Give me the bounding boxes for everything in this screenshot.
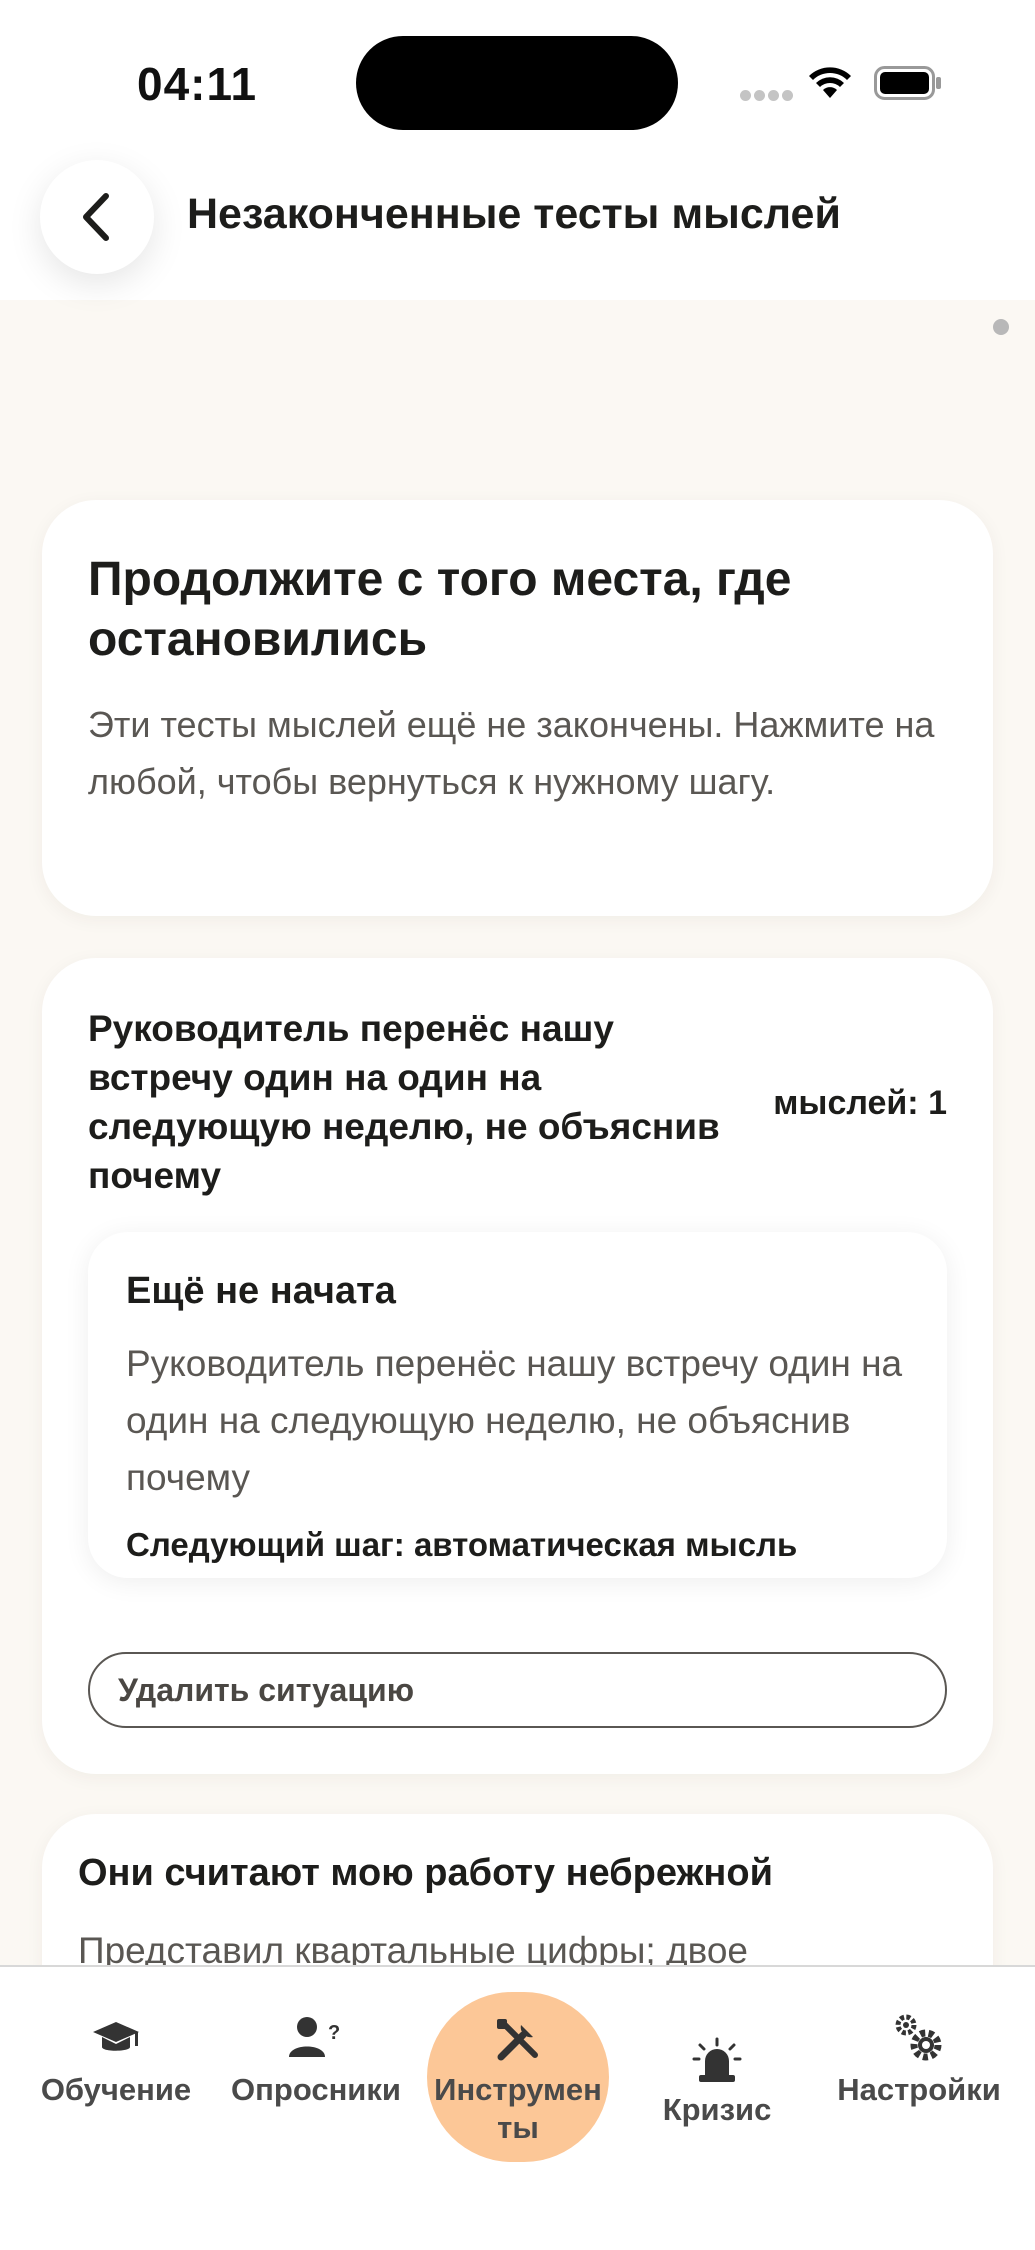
tab-settings[interactable]: Настройки [829, 1967, 1009, 2167]
page-title: Незаконченные тесты мыслей [187, 190, 841, 238]
cellular-signal-icon [740, 90, 794, 102]
tab-label: Инструменты [434, 2072, 602, 2145]
tab-label: Обучение [40, 2072, 192, 2107]
tools-icon [497, 2019, 538, 2061]
thought-count: мыслей: 1 [773, 1084, 947, 1122]
tab-questionnaires[interactable]: ? Опросники [226, 1967, 406, 2167]
gears-icon [895, 2014, 942, 2061]
user-question-icon: ? [289, 2017, 340, 2057]
svg-text:?: ? [328, 2022, 340, 2044]
delete-situation-button[interactable]: Удалить ситуацию [88, 1652, 947, 1728]
situation-title: Они считают мою работу небрежной [78, 1852, 773, 1894]
tab-bar: Обучение ? Опросники Инструменты Кризис [0, 1965, 1035, 2250]
tab-crisis[interactable]: Кризис [627, 1967, 807, 2167]
thought-text: Руководитель перенёс нашу встречу один н… [126, 1343, 903, 1498]
dynamic-island [356, 36, 678, 130]
status-bar: 04:11 [0, 0, 1035, 160]
scroll-indicator [993, 319, 1009, 335]
intro-text: Эти тесты мыслей ещё не закончены. Нажми… [88, 704, 935, 802]
tab-label: Опросники [231, 2072, 401, 2107]
battery-icon [874, 66, 941, 100]
intro-title: Продолжите с того места, где остановилис… [88, 553, 792, 666]
tab-label: Кризис [662, 2092, 772, 2127]
status-time: 04:11 [137, 58, 258, 110]
graduation-cap-icon [93, 2022, 139, 2051]
thought-next-step: Следующий шаг: автоматическая мысль [126, 1526, 798, 1563]
tab-label: Настройки [837, 2072, 1001, 2107]
back-button[interactable] [40, 160, 154, 274]
intro-card: Продолжите с того места, где остановилис… [42, 500, 993, 916]
header: Незаконченные тесты мыслей [0, 160, 1035, 300]
wifi-icon [809, 67, 851, 98]
thought-status: Ещё не начата [126, 1270, 396, 1312]
situation-title: Руководитель перенёс нашу встречу один н… [88, 1008, 720, 1196]
tab-tools[interactable]: Инструменты [428, 1967, 608, 2167]
siren-icon [692, 2037, 742, 2082]
tab-learning[interactable]: Обучение [26, 1967, 206, 2167]
situation-card: Руководитель перенёс нашу встречу один н… [42, 958, 993, 1774]
chevron-left-icon [83, 193, 109, 241]
thought-card[interactable]: Ещё не начата Руководитель перенёс нашу … [88, 1232, 947, 1578]
